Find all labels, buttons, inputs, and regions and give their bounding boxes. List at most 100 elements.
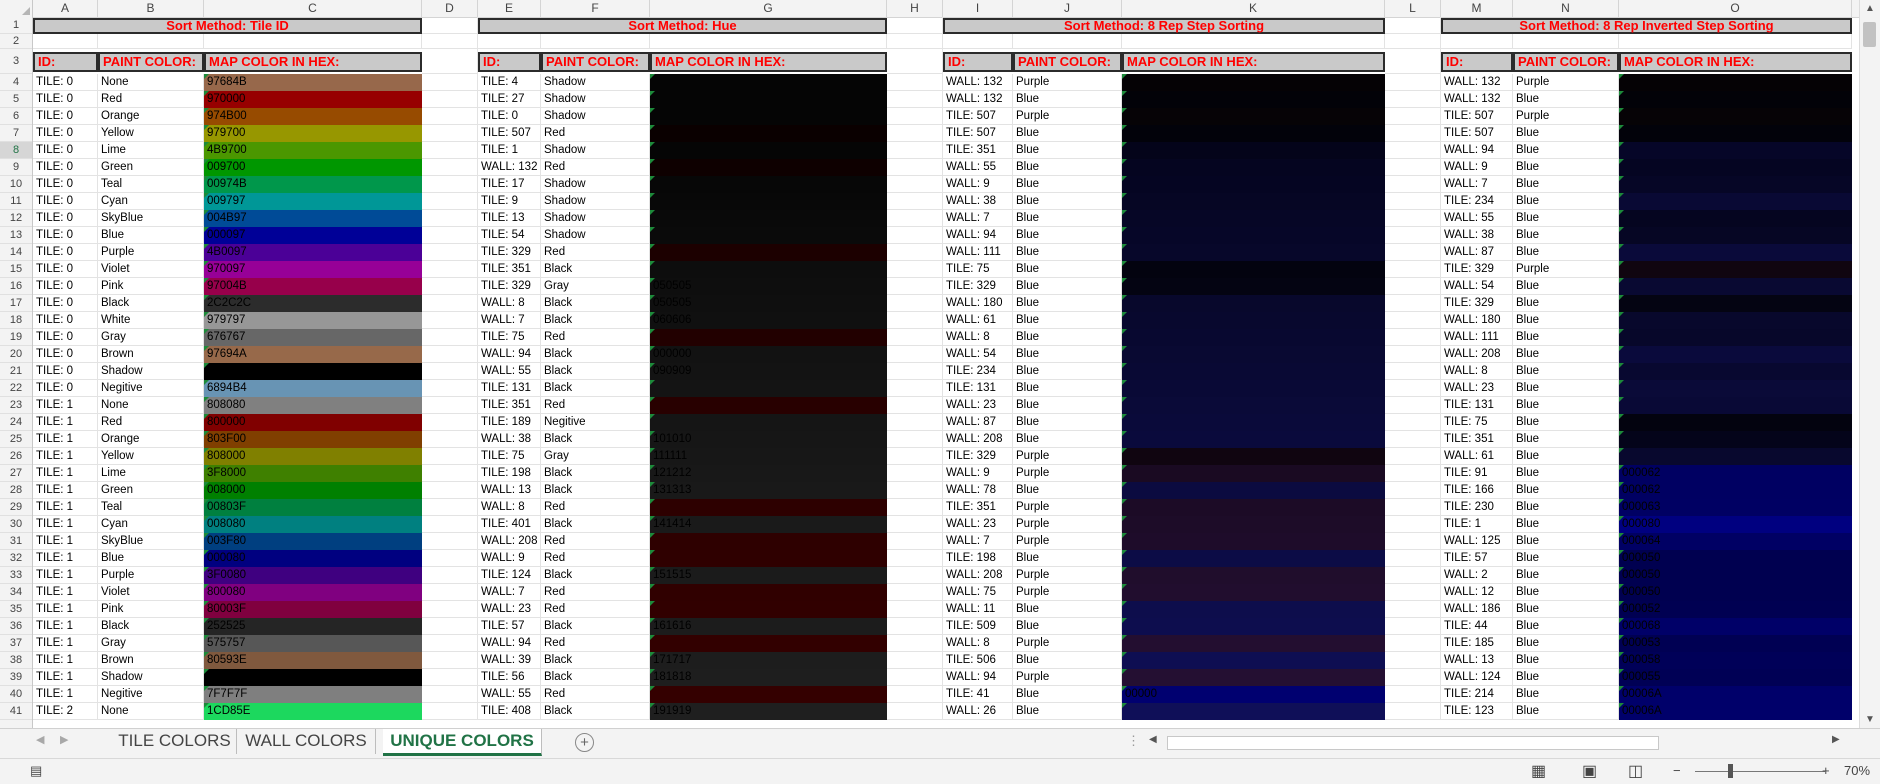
paint-color-cell[interactable]: Negitive bbox=[541, 414, 650, 431]
empty-cell[interactable] bbox=[887, 74, 943, 91]
paint-color-cell[interactable]: Shadow bbox=[541, 108, 650, 125]
paint-color-cell[interactable]: Blue bbox=[1013, 550, 1122, 567]
map-color-hex-cell[interactable] bbox=[204, 669, 422, 686]
map-color-hex-cell[interactable] bbox=[1619, 431, 1852, 448]
map-color-hex-cell[interactable] bbox=[1619, 346, 1852, 363]
row-header[interactable]: 11 bbox=[0, 193, 32, 210]
map-color-hex-cell[interactable]: 979797 bbox=[204, 312, 422, 329]
paint-color-cell[interactable]: Blue bbox=[1013, 193, 1122, 210]
map-color-hex-cell[interactable]: 97684B bbox=[204, 74, 422, 91]
id-cell[interactable]: WALL: 23 bbox=[478, 601, 541, 618]
map-color-hex-cell[interactable]: 151515 bbox=[650, 567, 887, 584]
map-color-hex-cell[interactable] bbox=[1619, 108, 1852, 125]
empty-cell[interactable] bbox=[1385, 125, 1441, 142]
map-color-hex-cell[interactable] bbox=[650, 176, 887, 193]
empty-cell[interactable] bbox=[887, 49, 943, 74]
map-color-hex-cell[interactable] bbox=[1122, 159, 1385, 176]
map-color-hex-cell[interactable]: 000000 bbox=[650, 346, 887, 363]
map-color-hex-cell[interactable]: 000062 bbox=[1619, 465, 1852, 482]
id-cell[interactable]: TILE: 4 bbox=[478, 74, 541, 91]
select-all-corner[interactable] bbox=[0, 0, 33, 17]
map-color-hex-cell[interactable] bbox=[1122, 567, 1385, 584]
map-color-hex-cell[interactable]: 050505 bbox=[650, 295, 887, 312]
map-color-hex-cell[interactable]: 00974B bbox=[204, 176, 422, 193]
id-cell[interactable]: WALL: 23 bbox=[943, 397, 1013, 414]
paint-color-cell[interactable]: Shadow bbox=[541, 176, 650, 193]
id-cell[interactable]: WALL: 55 bbox=[943, 159, 1013, 176]
empty-cell[interactable] bbox=[1385, 584, 1441, 601]
map-color-hex-cell[interactable] bbox=[1619, 278, 1852, 295]
id-cell[interactable]: TILE: 1 bbox=[33, 499, 98, 516]
empty-cell[interactable] bbox=[422, 431, 478, 448]
empty-cell[interactable] bbox=[422, 686, 478, 703]
id-cell[interactable]: TILE: 0 bbox=[33, 125, 98, 142]
empty-cell[interactable] bbox=[887, 550, 943, 567]
empty-cell[interactable] bbox=[422, 601, 478, 618]
empty-cell[interactable] bbox=[887, 652, 943, 669]
paint-color-cell[interactable]: Blue bbox=[1013, 227, 1122, 244]
paint-color-cell[interactable]: Red bbox=[541, 686, 650, 703]
paint-color-cell[interactable]: Gray bbox=[98, 635, 204, 652]
column-header-o[interactable]: O bbox=[1619, 0, 1852, 17]
paint-color-cell[interactable]: Blue bbox=[98, 227, 204, 244]
paint-color-cell[interactable]: Blue bbox=[1513, 380, 1619, 397]
paint-color-cell[interactable]: Red bbox=[541, 584, 650, 601]
map-color-hex-cell[interactable] bbox=[650, 499, 887, 516]
empty-cell[interactable] bbox=[1385, 17, 1441, 34]
map-color-hex-cell[interactable] bbox=[1122, 465, 1385, 482]
map-color-hex-cell[interactable]: 3F8000 bbox=[204, 465, 422, 482]
empty-cell[interactable] bbox=[887, 108, 943, 125]
h-scroll-thumb[interactable] bbox=[1167, 736, 1659, 750]
map-color-hex-cell[interactable]: 101010 bbox=[650, 431, 887, 448]
map-color-hex-cell[interactable] bbox=[650, 210, 887, 227]
map-color-hex-cell[interactable]: 00803F bbox=[204, 499, 422, 516]
empty-cell[interactable] bbox=[887, 142, 943, 159]
row-header[interactable]: 19 bbox=[0, 329, 32, 346]
vertical-scrollbar[interactable]: ▲ ▼ bbox=[1859, 0, 1880, 728]
section-title[interactable]: Sort Method: 8 Rep Step Sorting bbox=[943, 18, 1385, 34]
paint-color-cell[interactable]: Blue bbox=[1513, 397, 1619, 414]
paint-color-cell[interactable]: Shadow bbox=[541, 227, 650, 244]
id-cell[interactable]: WALL: 9 bbox=[943, 465, 1013, 482]
empty-cell[interactable] bbox=[422, 380, 478, 397]
map-color-hex-cell[interactable]: 80593E bbox=[204, 652, 422, 669]
map-color-hex-cell[interactable] bbox=[650, 108, 887, 125]
column-header-a[interactable]: A bbox=[33, 0, 98, 17]
map-color-hex-cell[interactable] bbox=[1122, 74, 1385, 91]
paint-color-cell[interactable]: Purple bbox=[1013, 108, 1122, 125]
empty-cell[interactable] bbox=[887, 278, 943, 295]
id-cell[interactable]: TILE: 75 bbox=[1441, 414, 1513, 431]
tab-tile-colors[interactable]: TILE COLORS bbox=[113, 729, 237, 754]
empty-cell[interactable] bbox=[887, 533, 943, 550]
map-color-hex-cell[interactable] bbox=[1122, 703, 1385, 720]
id-cell[interactable]: WALL: 186 bbox=[1441, 601, 1513, 618]
paint-color-cell[interactable]: Black bbox=[541, 669, 650, 686]
empty-cell[interactable] bbox=[1385, 49, 1441, 74]
empty-cell[interactable] bbox=[1385, 380, 1441, 397]
id-cell[interactable]: WALL: 12 bbox=[1441, 584, 1513, 601]
id-cell[interactable]: WALL: 8 bbox=[478, 499, 541, 516]
map-color-hex-cell[interactable]: 00006A bbox=[1619, 686, 1852, 703]
paint-color-cell[interactable]: Blue bbox=[1013, 482, 1122, 499]
id-column-header[interactable]: ID: bbox=[478, 52, 541, 72]
empty-cell[interactable] bbox=[887, 193, 943, 210]
paint-color-cell[interactable]: Shadow bbox=[98, 363, 204, 380]
empty-cell[interactable] bbox=[1122, 34, 1385, 49]
map-color-hex-cell[interactable] bbox=[1122, 91, 1385, 108]
map-color-hex-cell[interactable]: 4B0097 bbox=[204, 244, 422, 261]
empty-cell[interactable] bbox=[1385, 278, 1441, 295]
column-header-f[interactable]: F bbox=[541, 0, 650, 17]
map-color-hex-cell[interactable] bbox=[650, 261, 887, 278]
empty-cell[interactable] bbox=[1385, 499, 1441, 516]
id-cell[interactable]: TILE: 27 bbox=[478, 91, 541, 108]
empty-cell[interactable] bbox=[1385, 176, 1441, 193]
empty-cell[interactable] bbox=[422, 74, 478, 91]
paint-color-cell[interactable]: Cyan bbox=[98, 516, 204, 533]
id-cell[interactable]: TILE: 123 bbox=[1441, 703, 1513, 720]
empty-cell[interactable] bbox=[887, 295, 943, 312]
map-color-hex-cell[interactable] bbox=[204, 363, 422, 380]
normal-view-icon[interactable]: ▦ bbox=[1531, 761, 1546, 781]
map-color-hex-cell[interactable]: 000052 bbox=[1619, 601, 1852, 618]
map-color-hex-cell[interactable]: 7F7F7F bbox=[204, 686, 422, 703]
id-cell[interactable]: WALL: 61 bbox=[943, 312, 1013, 329]
